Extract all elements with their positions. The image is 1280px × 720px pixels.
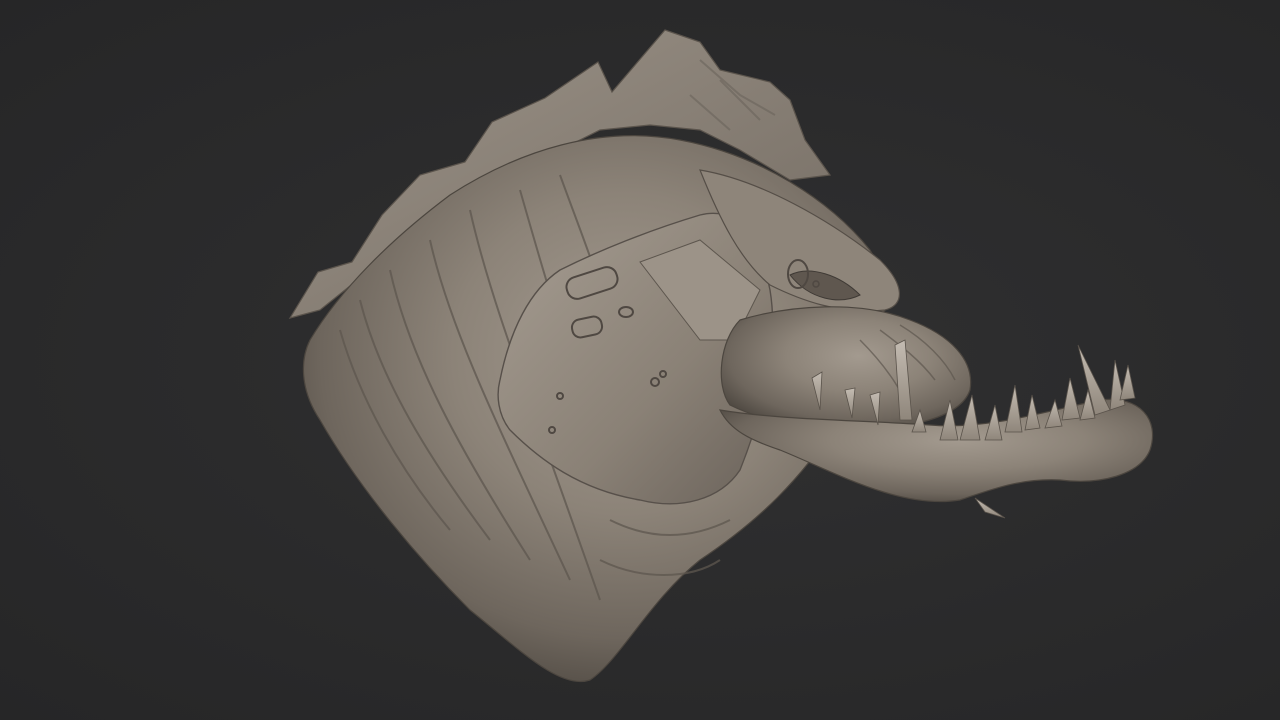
3d-viewport[interactable] <box>0 0 1280 720</box>
creature-head-sculpt <box>288 29 1154 683</box>
snout <box>720 306 972 431</box>
